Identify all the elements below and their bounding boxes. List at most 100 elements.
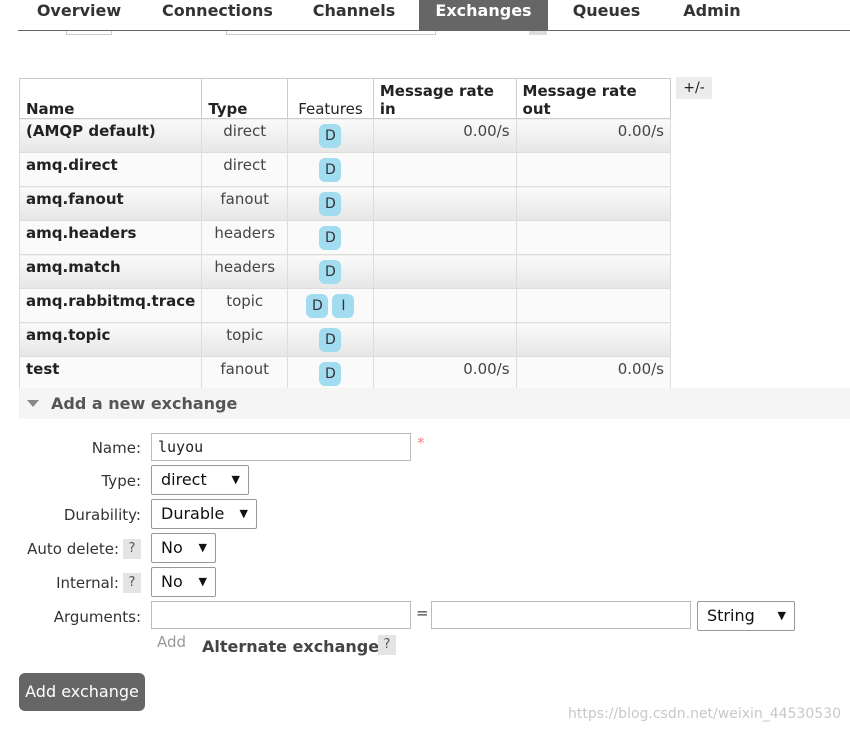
dropdown-arrow-icon: ▼ [777,609,786,622]
cut-off-help [529,31,547,35]
rate-out [515,186,672,221]
exchanges-table: Name Type Features Message rate in Messa… [18,78,672,391]
rate-in [372,152,517,187]
features-cell: D [287,118,374,153]
dropdown-arrow-icon: ▼ [231,473,240,486]
triangle-down-icon [27,400,39,407]
tab-channels[interactable]: Channels [296,0,412,31]
table-row: amq.fanout fanout D [18,186,672,221]
column-header-rate-in: Message rate in [372,78,517,119]
internal-select-value: No [161,572,183,591]
column-header-name[interactable]: Name [18,78,203,119]
exchange-name-link[interactable]: amq.match [18,254,203,289]
alternate-exchange-shortcut[interactable]: Alternate exchange [202,637,379,656]
rate-out: 0.00/s [515,356,672,391]
exchange-type: topic [201,288,289,323]
argument-type-select-value: String [707,606,755,625]
add-exchange-section-toggle[interactable]: Add a new exchange [19,388,850,419]
exchange-name-link[interactable]: amq.headers [18,220,203,255]
equals-sign: = [416,604,429,622]
column-toggle-button[interactable]: +/- [676,77,712,99]
rate-out: 0.00/s [515,118,672,153]
type-select-value: direct [161,470,207,489]
features-cell: D [287,356,374,391]
durability-select[interactable]: Durable ▼ [151,499,257,529]
rate-in [372,220,517,255]
auto-delete-select[interactable]: No ▼ [151,533,216,563]
name-input[interactable]: luyou [151,433,411,461]
table-row: amq.headers headers D [18,220,672,255]
internal-badge: I [332,294,355,318]
features-cell: D [287,152,374,187]
rate-in: 0.00/s [372,118,517,153]
durable-badge: D [319,328,342,352]
table-row: amq.topic topic D [18,322,672,357]
features-cell: D [287,254,374,289]
top-nav: Overview Connections Channels Exchanges … [0,0,850,31]
section-title: Add a new exchange [51,394,238,413]
table-row: (AMQP default) direct D 0.00/s 0.00/s [18,118,672,153]
internal-label: Internal: [56,574,119,592]
durable-badge: D [319,226,342,250]
tab-admin[interactable]: Admin [665,0,759,31]
internal-select[interactable]: No ▼ [151,567,216,597]
auto-delete-label: Auto delete: [27,540,119,558]
exchange-type: headers [201,254,289,289]
exchange-name-link[interactable]: (AMQP default) [18,118,203,153]
argument-value-input[interactable] [431,601,691,629]
internal-help-icon[interactable]: ? [123,573,141,593]
exchange-name-link[interactable]: amq.direct [18,152,203,187]
exchange-type: topic [201,322,289,357]
dropdown-arrow-icon: ▼ [198,541,207,554]
argument-key-input[interactable] [151,601,411,629]
durable-badge: D [319,124,342,148]
alternate-exchange-help-icon[interactable]: ? [378,635,396,655]
type-label: Type: [101,472,141,490]
column-header-rate-out: Message rate out [515,78,672,119]
required-marker: * [417,434,425,452]
durability-select-value: Durable [161,504,225,523]
exchange-name-link[interactable]: amq.fanout [18,186,203,221]
rate-in [372,288,517,323]
rate-in [372,254,517,289]
dropdown-arrow-icon: ▼ [198,575,207,588]
column-header-features: Features [287,78,374,119]
features-cell: D [287,322,374,357]
durability-label: Durability: [63,506,141,524]
column-header-type[interactable]: Type [201,78,289,119]
table-row: amq.rabbitmq.trace topic DI [18,288,672,323]
table-row: test fanout D 0.00/s 0.00/s [18,356,672,391]
rate-out [515,288,672,323]
cut-off-control [66,31,112,35]
auto-delete-select-value: No [161,538,183,557]
durable-badge: D [319,260,342,284]
add-exchange-button[interactable]: Add exchange [19,673,145,711]
durable-badge: D [319,362,342,386]
tab-queues[interactable]: Queues [555,0,658,31]
rate-out [515,152,672,187]
features-cell: D [287,186,374,221]
exchange-type: fanout [201,356,289,391]
exchange-type: headers [201,220,289,255]
rate-in [372,186,517,221]
exchange-type: direct [201,152,289,187]
exchange-name-link[interactable]: test [18,356,203,391]
rate-out [515,254,672,289]
table-row: amq.match headers D [18,254,672,289]
auto-delete-help-icon[interactable]: ? [123,539,141,559]
tab-exchanges[interactable]: Exchanges [419,0,548,31]
type-select[interactable]: direct ▼ [151,465,249,495]
dropdown-arrow-icon: ▼ [239,507,248,520]
rate-in [372,322,517,357]
table-row: amq.direct direct D [18,152,672,187]
exchange-name-link[interactable]: amq.topic [18,322,203,357]
arguments-label: Arguments: [53,608,141,626]
durable-badge: D [319,158,342,182]
exchange-name-link[interactable]: amq.rabbitmq.trace [18,288,203,323]
tab-overview[interactable]: Overview [19,0,139,31]
add-argument-link[interactable]: Add [157,633,186,651]
tab-connections[interactable]: Connections [146,0,289,31]
features-cell: D [287,220,374,255]
argument-type-select[interactable]: String ▼ [697,601,795,631]
durable-badge: D [306,294,329,318]
